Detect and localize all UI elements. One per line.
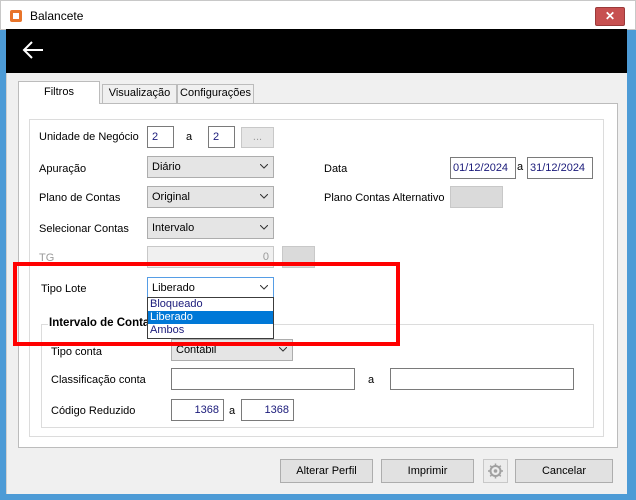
classificacao-label: Classificação conta — [51, 374, 146, 386]
app-window: Balancete ✕ Filtros Visualização Configu… — [0, 0, 636, 500]
plano-contas-value: Original — [152, 191, 190, 203]
intervalo-contas-title: Intervalo de Contas — [48, 317, 157, 329]
plano-contas-select[interactable]: Original — [147, 186, 274, 208]
data-sep: a — [517, 161, 524, 173]
codigo-reduzido-label: Código Reduzido — [51, 405, 136, 417]
tipo-conta-select[interactable]: Contábil — [171, 339, 293, 361]
plano-contas-alternativo-input[interactable] — [450, 186, 503, 208]
close-icon: ✕ — [604, 9, 616, 23]
unidade-negocio-sep: a — [186, 131, 193, 143]
unidade-negocio-label: Unidade de Negócio — [39, 131, 139, 143]
classificacao-sep: a — [368, 374, 375, 386]
classificacao-to-input[interactable] — [390, 368, 574, 390]
back-arrow-icon[interactable] — [22, 40, 44, 60]
unidade-negocio-from-input[interactable]: 2 — [147, 126, 174, 148]
gear-icon[interactable] — [483, 459, 508, 483]
codigo-reduzido-sep: a — [229, 405, 236, 417]
tg-label: TG — [39, 252, 55, 264]
tipo-lote-option-bloqueado[interactable]: Bloqueado — [148, 298, 273, 311]
tipo-conta-value: Contábil — [176, 344, 217, 356]
title-bar: Balancete ✕ — [0, 0, 636, 30]
alterar-perfil-button[interactable]: Alterar Perfil — [280, 459, 373, 483]
chevron-down-icon — [279, 347, 287, 352]
window-title: Balancete — [30, 9, 84, 23]
selecionar-contas-value: Intervalo — [152, 222, 195, 234]
tab-configuracoes[interactable]: Configurações — [177, 84, 254, 103]
chevron-down-icon — [260, 285, 268, 290]
apuracao-label: Apuração — [39, 163, 87, 175]
app-icon — [10, 10, 22, 22]
unidade-negocio-lookup-button[interactable]: ... — [241, 127, 274, 148]
tipo-lote-label: Tipo Lote — [41, 283, 87, 295]
data-to-input[interactable]: 31/12/2024 — [527, 157, 593, 179]
tg-lookup-button — [282, 246, 315, 268]
data-from-input[interactable]: 01/12/2024 — [450, 157, 516, 179]
codigo-reduzido-to-input[interactable]: 1368 — [241, 399, 294, 421]
tg-input: 0 — [147, 246, 274, 268]
chevron-down-icon — [260, 225, 268, 230]
tipo-lote-option-ambos[interactable]: Ambos — [148, 324, 273, 337]
tab-visualizacao[interactable]: Visualização — [102, 84, 177, 103]
tipo-lote-dropdown[interactable]: Bloqueado Liberado Ambos — [147, 297, 274, 339]
tipo-conta-label: Tipo conta — [51, 346, 102, 358]
codigo-reduzido-from-input[interactable]: 1368 — [171, 399, 224, 421]
tab-filtros[interactable]: Filtros — [18, 81, 100, 104]
selecionar-contas-select[interactable]: Intervalo — [147, 217, 274, 239]
imprimir-button[interactable]: Imprimir — [381, 459, 474, 483]
plano-contas-alternativo-label: Plano Contas Alternativo — [324, 192, 445, 204]
data-label: Data — [324, 163, 348, 175]
selecionar-contas-label: Selecionar Contas — [39, 223, 129, 235]
classificacao-from-input[interactable] — [171, 368, 355, 390]
chevron-down-icon — [260, 194, 268, 199]
chevron-down-icon — [260, 164, 268, 169]
apuracao-value: Diário — [152, 161, 181, 173]
tipo-lote-select[interactable]: Liberado — [147, 277, 274, 299]
header-bar — [6, 29, 627, 73]
tipo-lote-option-liberado[interactable]: Liberado — [148, 311, 273, 324]
tipo-lote-value: Liberado — [152, 282, 195, 294]
close-button[interactable]: ✕ — [595, 7, 625, 26]
unidade-negocio-to-input[interactable]: 2 — [208, 126, 235, 148]
apuracao-select[interactable]: Diário — [147, 156, 274, 178]
cancelar-button[interactable]: Cancelar — [515, 459, 613, 483]
plano-contas-label: Plano de Contas — [39, 192, 121, 204]
